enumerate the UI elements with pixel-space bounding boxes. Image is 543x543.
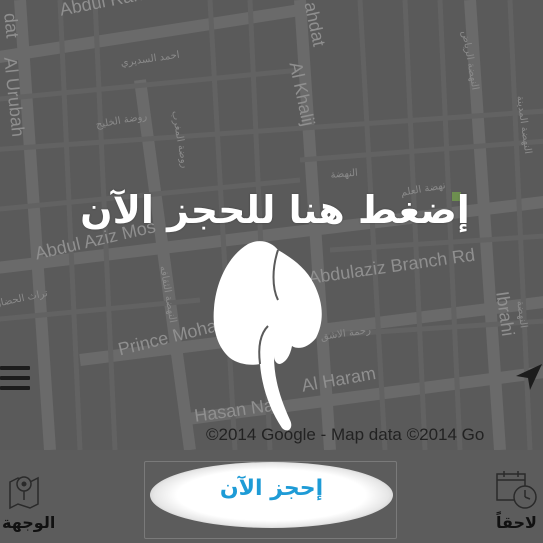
- navigation-arrow-icon: [516, 364, 542, 390]
- book-now-label[interactable]: إحجز الآن: [150, 476, 393, 501]
- hamburger-menu-icon: [0, 366, 30, 370]
- book-later-button[interactable]: [495, 470, 539, 514]
- destination-button[interactable]: [6, 470, 42, 514]
- book-later-label: لاحقاً: [496, 513, 537, 532]
- street-label: dat: [0, 12, 23, 39]
- map-pin-icon: [9, 476, 39, 510]
- locate-button[interactable]: [512, 360, 543, 396]
- booking-hint-text: إضغط هنا للحجز الآن: [80, 188, 470, 232]
- menu-button[interactable]: [0, 362, 34, 398]
- pointing-hand-icon: [213, 241, 322, 431]
- destination-label: الوجهة: [2, 513, 56, 532]
- calendar-clock-icon: [496, 471, 537, 509]
